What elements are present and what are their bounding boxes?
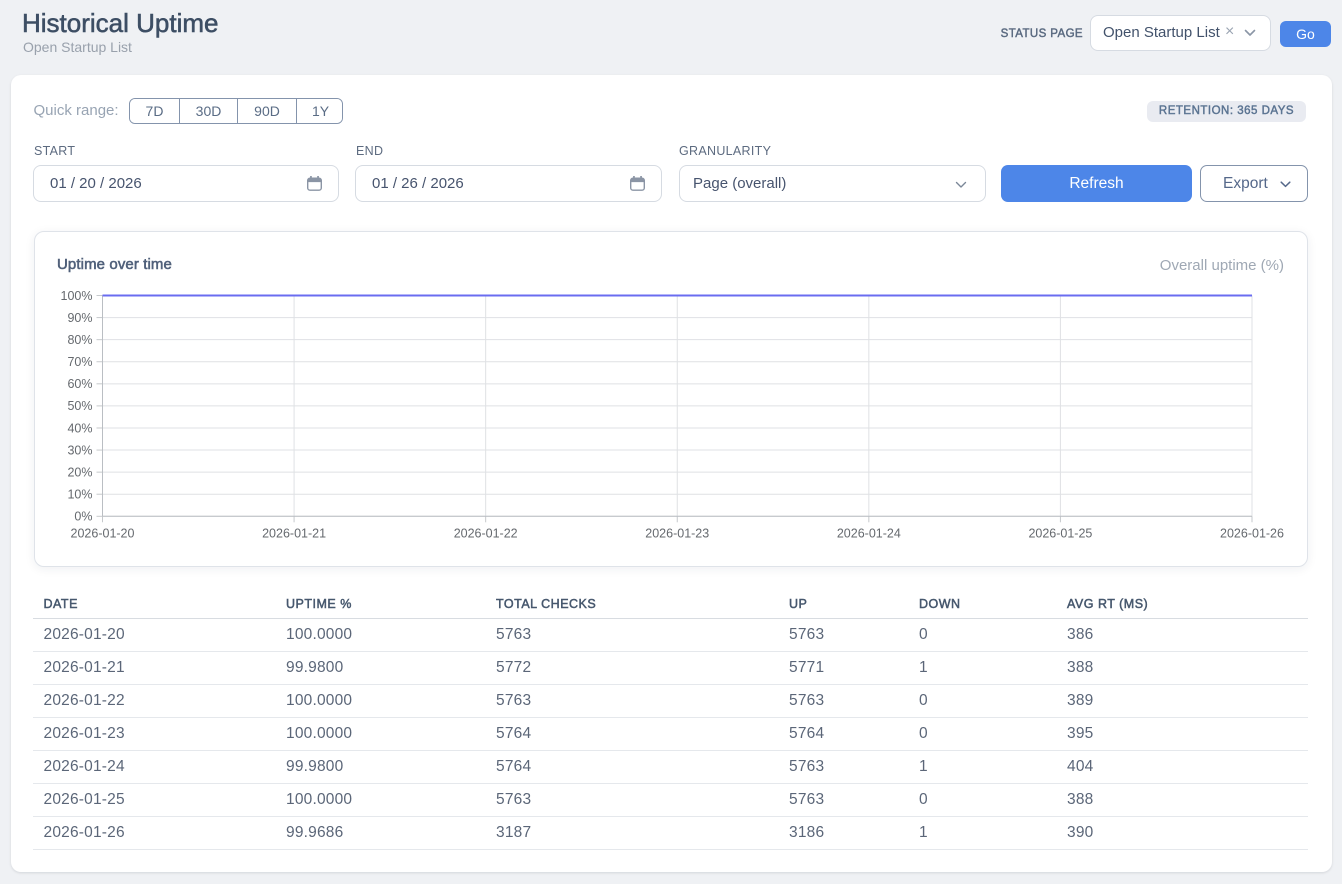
svg-text:2026-01-23: 2026-01-23: [645, 526, 709, 540]
svg-text:2026-01-21: 2026-01-21: [262, 526, 326, 540]
svg-text:2026-01-22: 2026-01-22: [454, 526, 518, 540]
svg-text:2026-01-26: 2026-01-26: [1220, 526, 1284, 540]
svg-text:20%: 20%: [67, 465, 92, 479]
svg-text:70%: 70%: [67, 355, 92, 369]
svg-text:2026-01-25: 2026-01-25: [1028, 526, 1092, 540]
svg-text:50%: 50%: [67, 399, 92, 413]
svg-text:2026-01-20: 2026-01-20: [71, 526, 135, 540]
svg-text:90%: 90%: [67, 311, 92, 325]
svg-text:0%: 0%: [74, 510, 92, 524]
svg-text:80%: 80%: [67, 333, 92, 347]
svg-text:40%: 40%: [67, 421, 92, 435]
svg-text:2026-01-24: 2026-01-24: [837, 526, 901, 540]
svg-text:100%: 100%: [61, 289, 93, 303]
svg-text:10%: 10%: [67, 488, 92, 502]
svg-text:60%: 60%: [67, 377, 92, 391]
svg-text:30%: 30%: [67, 443, 92, 457]
